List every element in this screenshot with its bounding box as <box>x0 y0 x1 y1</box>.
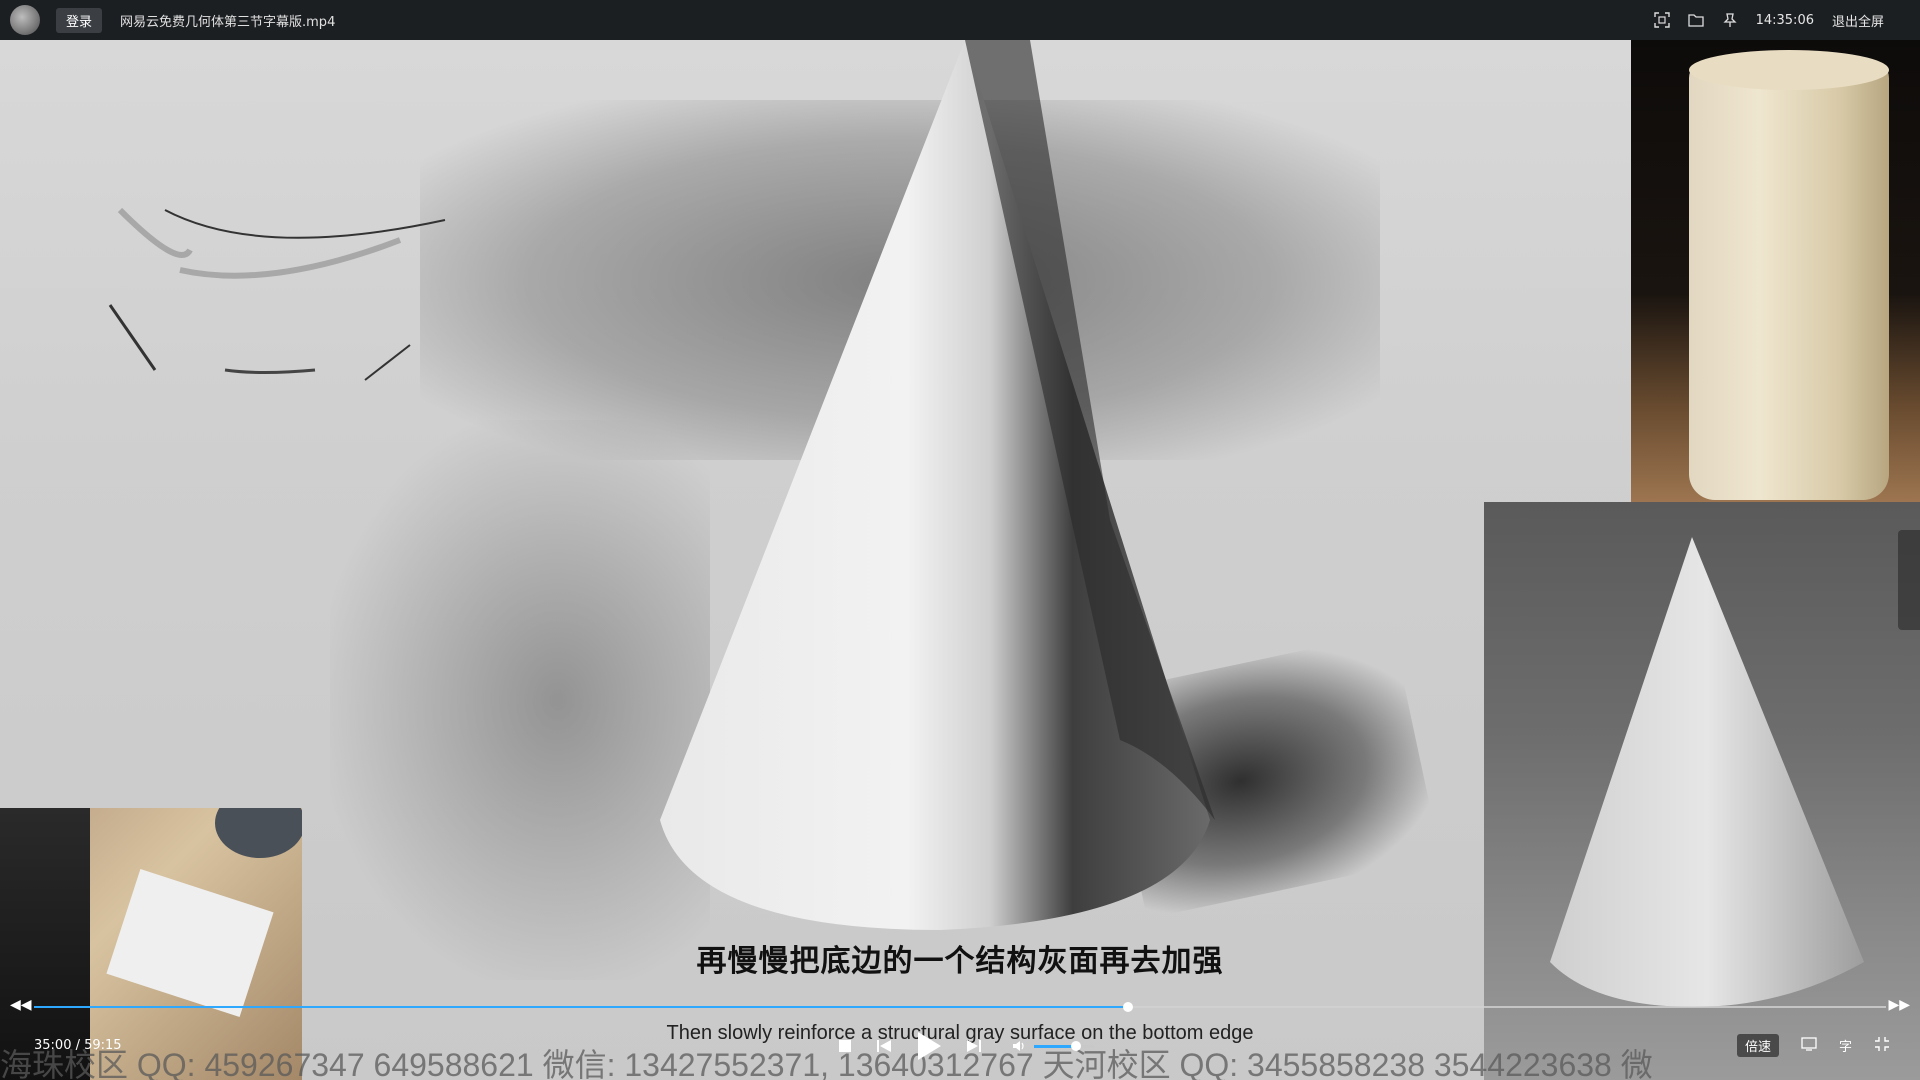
screenshot-icon[interactable] <box>1653 12 1670 28</box>
progress-track[interactable] <box>34 1002 1886 1012</box>
rewind-icon[interactable]: ◀◀ <box>10 997 32 1013</box>
volume-fill <box>1034 1044 1076 1048</box>
playback-buttons <box>838 1026 1094 1066</box>
title-bar: 登录 网易云免费几何体第三节字幕版.mp4 14:35:06 退出全屏 <box>0 0 1920 40</box>
play-button[interactable] <box>916 1031 942 1061</box>
cylinder-body <box>1689 60 1889 500</box>
next-icon <box>967 1040 981 1052</box>
folder-icon[interactable] <box>1687 12 1704 28</box>
exit-fullscreen-button[interactable]: 退出全屏 <box>1832 11 1884 30</box>
speaker-icon[interactable] <box>1012 1039 1026 1053</box>
clock: 14:35:06 <box>1755 12 1814 28</box>
speed-button[interactable]: 倍速 <box>1736 1034 1779 1057</box>
play-icon <box>918 1032 941 1060</box>
pin-icon[interactable] <box>1722 12 1738 28</box>
player-controls: ◀◀ ▶▶ Then slowly reinforce a structural… <box>0 990 1920 1080</box>
reference-cylinder-photo <box>1631 40 1920 502</box>
exit-fullscreen-icon <box>1875 1036 1889 1051</box>
stop-icon <box>839 1040 851 1052</box>
volume-slider[interactable] <box>1034 1040 1094 1051</box>
progress-thumb[interactable] <box>1122 1002 1133 1012</box>
side-panel-handle[interactable] <box>1898 530 1920 630</box>
seek-row: ◀◀ ▶▶ <box>0 990 1920 1020</box>
pip-button[interactable] <box>1801 1036 1817 1055</box>
previous-button[interactable] <box>876 1038 892 1054</box>
titlebar-right-group: 14:35:06 退出全屏 <box>1653 0 1884 40</box>
login-button[interactable]: 登录 <box>56 7 103 33</box>
volume-control[interactable] <box>1012 1039 1094 1053</box>
video-frame[interactable] <box>0 40 1920 1080</box>
fullscreen-button[interactable] <box>1874 1036 1890 1056</box>
volume-thumb[interactable] <box>1071 1040 1081 1051</box>
stop-button[interactable] <box>838 1039 852 1053</box>
previous-icon <box>877 1040 891 1052</box>
subtitle-chinese: 再慢慢把底边的一个结构灰面再去加强 <box>696 944 1224 979</box>
app-logo <box>10 5 40 35</box>
next-button[interactable] <box>966 1038 982 1054</box>
webcam-sphere-object <box>215 808 302 858</box>
cylinder-top <box>1689 50 1889 90</box>
video-filename: 网易云免费几何体第三节字幕版.mp4 <box>120 14 336 30</box>
right-controls: 倍速 字 <box>1736 1034 1890 1057</box>
progress-played <box>34 1006 1128 1008</box>
time-display: 35:00 / 59:15 <box>34 1038 122 1053</box>
fast-forward-icon[interactable]: ▶▶ <box>1888 997 1910 1013</box>
subtitle-toggle-button[interactable]: 字 <box>1839 1036 1852 1055</box>
picture-in-picture-icon <box>1801 1036 1817 1051</box>
